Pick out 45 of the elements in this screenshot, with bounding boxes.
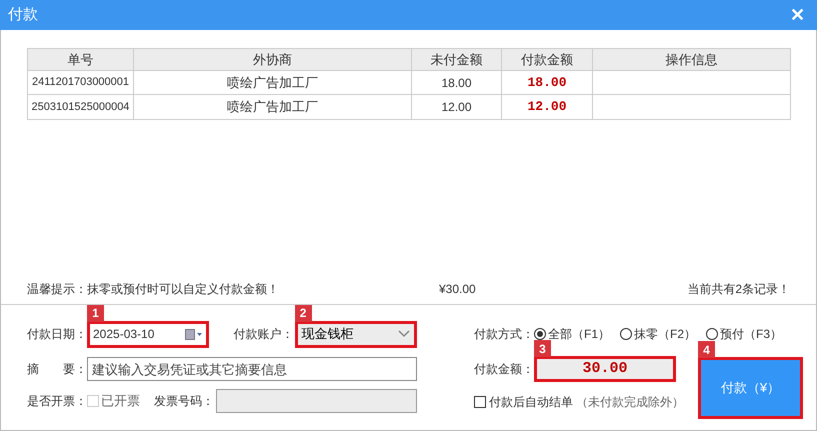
table-cell: 12.00: [502, 95, 593, 119]
amount-field[interactable]: 30.00: [537, 359, 673, 379]
calendar-icon: [185, 328, 204, 340]
table-cell: 2503101525000004: [28, 95, 134, 119]
table-cell: 18.00: [412, 71, 502, 94]
table-cell: 喷绘广告加工厂: [134, 95, 412, 119]
invoice-checkbox[interactable]: [87, 395, 99, 407]
field-label: 是否开票：: [27, 393, 87, 410]
pay-button[interactable]: 付款（¥）: [701, 360, 800, 416]
radio-label: 预付（F3）: [720, 326, 782, 343]
account-dropdown[interactable]: 现金钱柜: [298, 324, 414, 344]
record-count: 当前共有2条记录！: [687, 281, 790, 298]
step-badge: 4: [698, 341, 715, 358]
checkbox-note: （未付款完成除外）: [576, 394, 684, 411]
hint-text: 温馨提示：抹零或预付时可以自定义付款金额！: [27, 281, 280, 298]
auto-close-checkbox[interactable]: [474, 396, 486, 408]
table-cell: 18.00: [502, 71, 593, 94]
window-title: 付款: [8, 4, 38, 25]
field-label: 付款方式：: [474, 326, 534, 343]
checkbox-label: 已开票: [101, 392, 140, 410]
table-cell: 喷绘广告加工厂: [134, 71, 412, 94]
field-label: 付款金额：: [474, 361, 534, 378]
table-cell: 12.00: [412, 95, 502, 119]
close-button[interactable]: ✕: [790, 6, 809, 24]
field-label: 发票号码：: [154, 393, 215, 410]
field-label: 摘 要：: [27, 361, 87, 378]
column-header: 单号: [28, 49, 134, 70]
table-cell: 2411201703000001: [28, 71, 134, 94]
step-badge: 3: [534, 340, 551, 357]
radio-button[interactable]: [706, 328, 718, 340]
total-amount: ¥30.00: [439, 281, 477, 298]
radio-label: 抹零（F2）: [634, 326, 696, 343]
step-badge: 1: [87, 304, 104, 322]
field-label: 付款账户：: [233, 326, 294, 343]
column-header: 付款金额: [502, 49, 593, 70]
chevron-icon: [398, 330, 410, 338]
column-header: 未付金额: [412, 49, 502, 70]
radio-label: 全部（F1）: [548, 326, 610, 343]
column-header: 操作信息: [664, 50, 718, 69]
column-header: 外协商: [134, 49, 412, 70]
radio-button[interactable]: [620, 328, 632, 340]
field-label: 付款日期：: [27, 326, 87, 343]
memo-field[interactable]: 建议输入交易凭证或其它摘要信息: [87, 357, 417, 381]
checkbox-label: 付款后自动结单: [489, 394, 573, 411]
step-badge: 2: [294, 304, 312, 322]
